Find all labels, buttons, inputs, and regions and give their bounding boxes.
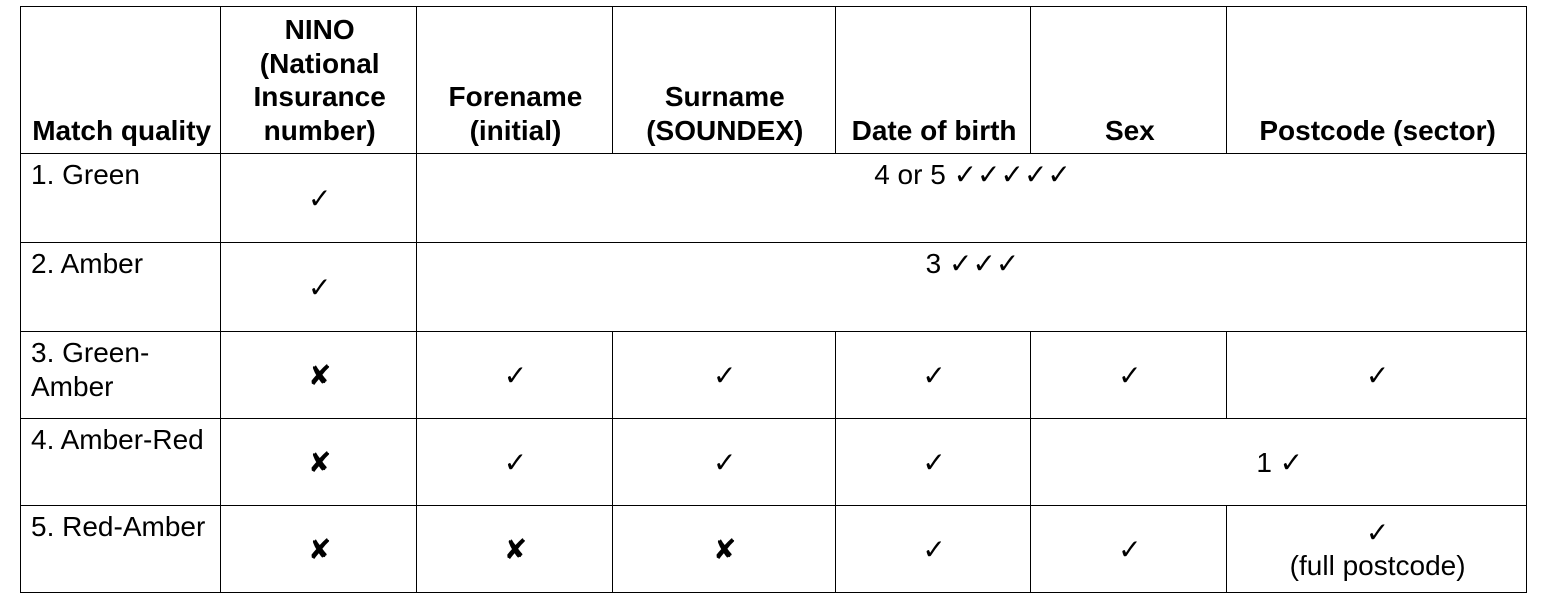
cell-nino-green-amber: ✘	[221, 332, 417, 419]
cell-label-amber: 2. Amber	[21, 243, 221, 332]
table-row: 4. Amber-Red ✘ ✓ ✓ ✓ 1 ✓	[21, 419, 1527, 506]
cell-nino-amber-red: ✘	[221, 419, 417, 506]
cell-label-green: 1. Green	[21, 154, 221, 243]
cell-label-green-amber: 3. Green-Amber	[21, 332, 221, 419]
table-row: 5. Red-Amber ✘ ✘ ✘ ✓ ✓ ✓ (full postcode)	[21, 506, 1527, 593]
cell-label-amber-red: 4. Amber-Red	[21, 419, 221, 506]
cell-sex-green-amber: ✓	[1031, 332, 1227, 419]
cell-sex-red-amber: ✓	[1031, 506, 1227, 593]
cell-nino-red-amber: ✘	[221, 506, 417, 593]
header-surname: Surname (SOUNDEX)	[612, 7, 835, 154]
cell-group-amber-red: 1 ✓	[1031, 419, 1527, 506]
cell-surname-amber-red: ✓	[612, 419, 835, 506]
page-root: Match quality NINO (National Insurance n…	[0, 0, 1547, 603]
cell-dob-green-amber: ✓	[835, 332, 1031, 419]
cell-dob-red-amber: ✓	[835, 506, 1031, 593]
cell-nino-amber: ✓	[221, 243, 417, 332]
cell-forename-red-amber: ✘	[417, 506, 613, 593]
cell-postcode-red-amber: ✓ (full postcode)	[1227, 506, 1527, 593]
cell-dob-amber-red: ✓	[835, 419, 1031, 506]
match-quality-table: Match quality NINO (National Insurance n…	[20, 6, 1527, 593]
cell-postcode-red-amber-check: ✓	[1366, 517, 1389, 548]
cell-postcode-green-amber: ✓	[1227, 332, 1527, 419]
table-row: 1. Green ✓ 4 or 5 ✓✓✓✓✓	[21, 154, 1527, 243]
header-nino: NINO (National Insurance number)	[221, 7, 417, 154]
cell-label-red-amber: 5. Red-Amber	[21, 506, 221, 593]
table-row: 3. Green-Amber ✘ ✓ ✓ ✓ ✓ ✓	[21, 332, 1527, 419]
header-postcode: Postcode (sector)	[1227, 7, 1527, 154]
header-dob: Date of birth	[835, 7, 1031, 154]
header-sex: Sex	[1031, 7, 1227, 154]
header-match-quality: Match quality	[21, 7, 221, 154]
table-row: 2. Amber ✓ 3 ✓✓✓	[21, 243, 1527, 332]
cell-surname-green-amber: ✓	[612, 332, 835, 419]
cell-nino-green: ✓	[221, 154, 417, 243]
cell-postcode-red-amber-note: (full postcode)	[1237, 549, 1518, 583]
cell-forename-amber-red: ✓	[417, 419, 613, 506]
table-header: Match quality NINO (National Insurance n…	[21, 7, 1527, 154]
header-forename: Forename (initial)	[417, 7, 613, 154]
cell-group-amber: 3 ✓✓✓	[417, 243, 1527, 332]
cell-surname-red-amber: ✘	[612, 506, 835, 593]
cell-group-green: 4 or 5 ✓✓✓✓✓	[417, 154, 1527, 243]
cell-forename-green-amber: ✓	[417, 332, 613, 419]
table-body: 1. Green ✓ 4 or 5 ✓✓✓✓✓ 2. Amber ✓ 3 ✓✓✓…	[21, 154, 1527, 593]
